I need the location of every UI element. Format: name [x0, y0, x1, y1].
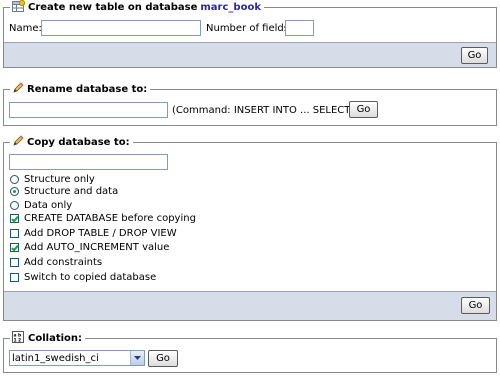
create-table-button-bar: Go	[4, 42, 496, 67]
collation-legend: a b 1 2 Collation:	[10, 330, 86, 346]
checkbox-add-auto-increment[interactable]: Add AUTO_INCREMENT value	[10, 241, 169, 254]
checkbox[interactable]	[10, 273, 19, 282]
collation-legend-text: Collation:	[28, 332, 83, 344]
checkbox-label: Add constraints	[24, 257, 103, 268]
rename-db-legend: Rename database to:	[10, 81, 151, 97]
create-table-legend-text: Create new table on database	[28, 1, 198, 13]
svg-text:1: 1	[14, 337, 17, 343]
copy-db-fieldset: Copy database to: Structure only Structu…	[3, 134, 497, 321]
checkbox[interactable]	[10, 229, 19, 238]
checkbox-label: CREATE DATABASE before copying	[24, 213, 196, 224]
copy-db-button-bar: Go	[4, 291, 496, 320]
radio-button[interactable]	[10, 201, 19, 210]
number-of-fields-input[interactable]	[285, 20, 314, 36]
collation-selected-value: latin1_swedish_ci	[12, 352, 99, 364]
radio-label: Structure and data	[24, 186, 119, 197]
table-name-input[interactable]	[41, 20, 201, 36]
checkbox[interactable]	[10, 243, 19, 252]
copy-db-legend: Copy database to:	[10, 134, 133, 150]
rename-db-go-button[interactable]: Go	[349, 101, 378, 118]
pencil-icon	[12, 81, 24, 97]
rename-db-input[interactable]	[9, 102, 168, 118]
collation-icon: a b 1 2	[12, 330, 25, 346]
database-name[interactable]: marc_book	[200, 2, 261, 13]
copy-db-input[interactable]	[9, 154, 168, 170]
rename-db-fieldset: Rename database to: (Command: INSERT INT…	[3, 81, 497, 126]
radio-label: Data only	[24, 200, 73, 211]
checkbox-create-database[interactable]: CREATE DATABASE before copying	[10, 212, 196, 225]
number-of-fields-label: Number of fields:	[206, 23, 293, 34]
rename-db-command-note: (Command: INSERT INTO ... SELECT)	[172, 105, 355, 116]
radio-label: Structure only	[24, 174, 95, 185]
checkbox-add-constraints[interactable]: Add constraints	[10, 256, 102, 269]
checkbox-label: Add AUTO_INCREMENT value	[24, 242, 170, 253]
create-table-go-button[interactable]: Go	[461, 47, 488, 64]
chevron-down-icon[interactable]	[130, 351, 144, 365]
create-table-legend: Create new table on database marc_book	[10, 0, 264, 14]
radio-button[interactable]	[10, 187, 19, 196]
radio-structure-and-data[interactable]: Structure and data	[10, 185, 118, 198]
create-table-fieldset: Create new table on database marc_book N…	[3, 0, 497, 68]
checkbox-add-drop-table[interactable]: Add DROP TABLE / DROP VIEW	[10, 227, 177, 240]
copy-db-go-button[interactable]: Go	[461, 297, 490, 314]
pencil-icon	[12, 134, 24, 150]
copy-db-legend-text: Copy database to:	[27, 136, 130, 148]
table-name-label: Name:	[9, 23, 42, 34]
checkbox-switch-to-copied[interactable]: Switch to copied database	[10, 271, 156, 284]
checkbox-label: Switch to copied database	[24, 272, 157, 283]
new-table-icon	[12, 0, 26, 15]
collation-select[interactable]: latin1_swedish_ci	[9, 350, 145, 366]
checkbox-label: Add DROP TABLE / DROP VIEW	[24, 228, 177, 239]
rename-db-legend-text: Rename database to:	[27, 83, 148, 95]
svg-text:2: 2	[18, 337, 21, 343]
radio-data-only[interactable]: Data only	[10, 199, 72, 212]
checkbox[interactable]	[10, 214, 19, 223]
collation-go-button[interactable]: Go	[148, 350, 178, 367]
checkbox[interactable]	[10, 258, 19, 267]
radio-button[interactable]	[10, 175, 19, 184]
collation-fieldset: a b 1 2 Collation: latin1_swedish_ci Go	[3, 330, 497, 373]
